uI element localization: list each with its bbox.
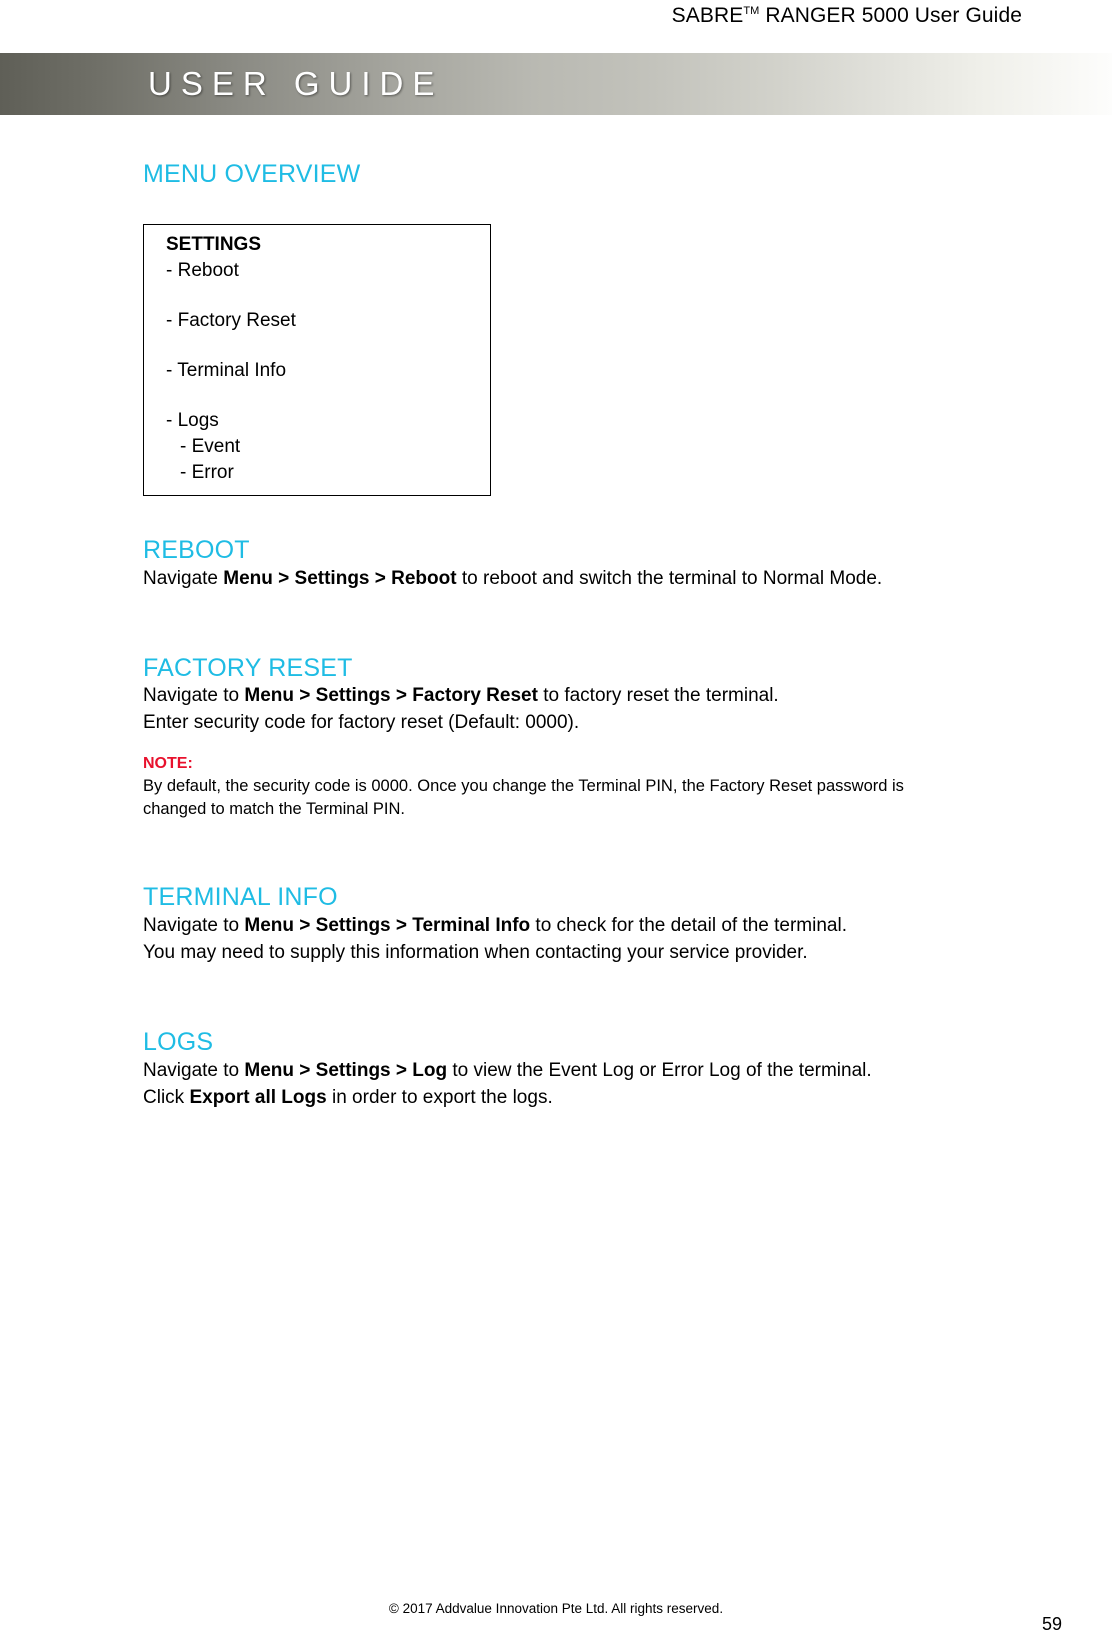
- trademark-symbol: TM: [743, 5, 760, 17]
- section-heading-logs: LOGS: [143, 1028, 214, 1056]
- header-title-rest: RANGER 5000 User Guide: [759, 4, 1022, 27]
- section-heading-reboot: REBOOT: [143, 535, 250, 564]
- box-spacer: [166, 384, 490, 408]
- section-heading-factory-reset: FACTORY RESET: [143, 653, 353, 682]
- terminal-info-text-pre: Navigate to: [143, 915, 245, 936]
- logs-instruction-line: Navigate to Menu > Settings > Log to vie…: [143, 1057, 1073, 1084]
- terminal-info-text-post: to check for the detail of the terminal.: [530, 915, 847, 936]
- section-heading-menu-overview: MENU OVERVIEW: [143, 160, 361, 188]
- logs-export-text-pre: Click: [143, 1086, 190, 1108]
- settings-box-subitem-event: - Event: [180, 435, 241, 457]
- section-heading-terminal-info: TERMINAL INFO: [143, 883, 338, 912]
- box-spacer: [166, 334, 490, 358]
- factory-reset-text-post: to factory reset the terminal.: [537, 685, 779, 707]
- settings-menu-box: SETTINGS - Reboot - Factory Reset - Term…: [143, 223, 491, 496]
- note-body-line-2: changed to match the Terminal PIN.: [143, 800, 406, 819]
- user-guide-banner: USER GUIDE: [0, 53, 1112, 115]
- page-content: MENU OVERVIEW SETTINGS - Reboot - Factor…: [143, 160, 1073, 1111]
- header-title: SABRETM RANGER 5000 User Guide: [672, 4, 1022, 28]
- terminal-info-instruction-line: Navigate to Menu > Settings > Terminal I…: [143, 912, 1073, 939]
- logs-export-button-label: Export all Logs: [189, 1086, 327, 1108]
- settings-box-item-reboot: - Reboot: [166, 259, 239, 281]
- page-number: 59: [1041, 1614, 1062, 1634]
- header-product-name: SABRE: [671, 4, 744, 27]
- terminal-info-supply-line: You may need to supply this information …: [143, 942, 808, 963]
- factory-reset-text-pre: Navigate to: [143, 685, 245, 707]
- banner-label: USER GUIDE: [148, 65, 444, 102]
- factory-reset-security-code-line: Enter security code for factory reset (D…: [143, 712, 580, 734]
- terminal-info-nav-path: Menu > Settings > Terminal Info: [244, 915, 531, 936]
- logs-export-line: Click Export all Logs in order to export…: [143, 1084, 1073, 1111]
- logs-text-pre: Navigate to: [143, 1059, 245, 1081]
- settings-box-item-terminal-info: - Terminal Info: [166, 359, 287, 381]
- note-body-line-1: By default, the security code is 0000. O…: [143, 777, 904, 796]
- document-header: SABRETM RANGER 5000 User Guide: [0, 0, 1112, 40]
- factory-reset-instruction-line: Navigate to Menu > Settings > Factory Re…: [143, 682, 1073, 709]
- note-label: NOTE:: [143, 755, 193, 773]
- logs-text-post: to view the Event Log or Error Log of th…: [447, 1059, 872, 1081]
- reboot-text-pre: Navigate: [143, 567, 224, 589]
- logs-nav-path: Menu > Settings > Log: [244, 1059, 448, 1081]
- factory-reset-nav-path: Menu > Settings > Factory Reset: [244, 685, 538, 707]
- settings-box-subitem-error: - Error: [180, 461, 234, 483]
- reboot-instruction-line: Navigate Menu > Settings > Reboot to reb…: [143, 565, 1073, 592]
- box-spacer: [166, 284, 490, 308]
- settings-box-item-factory-reset: - Factory Reset: [166, 309, 296, 331]
- footer-copyright: © 2017 Addvalue Innovation Pte Ltd. All …: [388, 1601, 724, 1616]
- settings-box-title: SETTINGS: [166, 233, 262, 255]
- logs-export-text-post: in order to export the logs.: [326, 1086, 553, 1108]
- reboot-nav-path: Menu > Settings > Reboot: [223, 567, 457, 589]
- settings-box-item-logs: - Logs: [166, 409, 219, 431]
- reboot-text-post: to reboot and switch the terminal to Nor…: [456, 567, 883, 589]
